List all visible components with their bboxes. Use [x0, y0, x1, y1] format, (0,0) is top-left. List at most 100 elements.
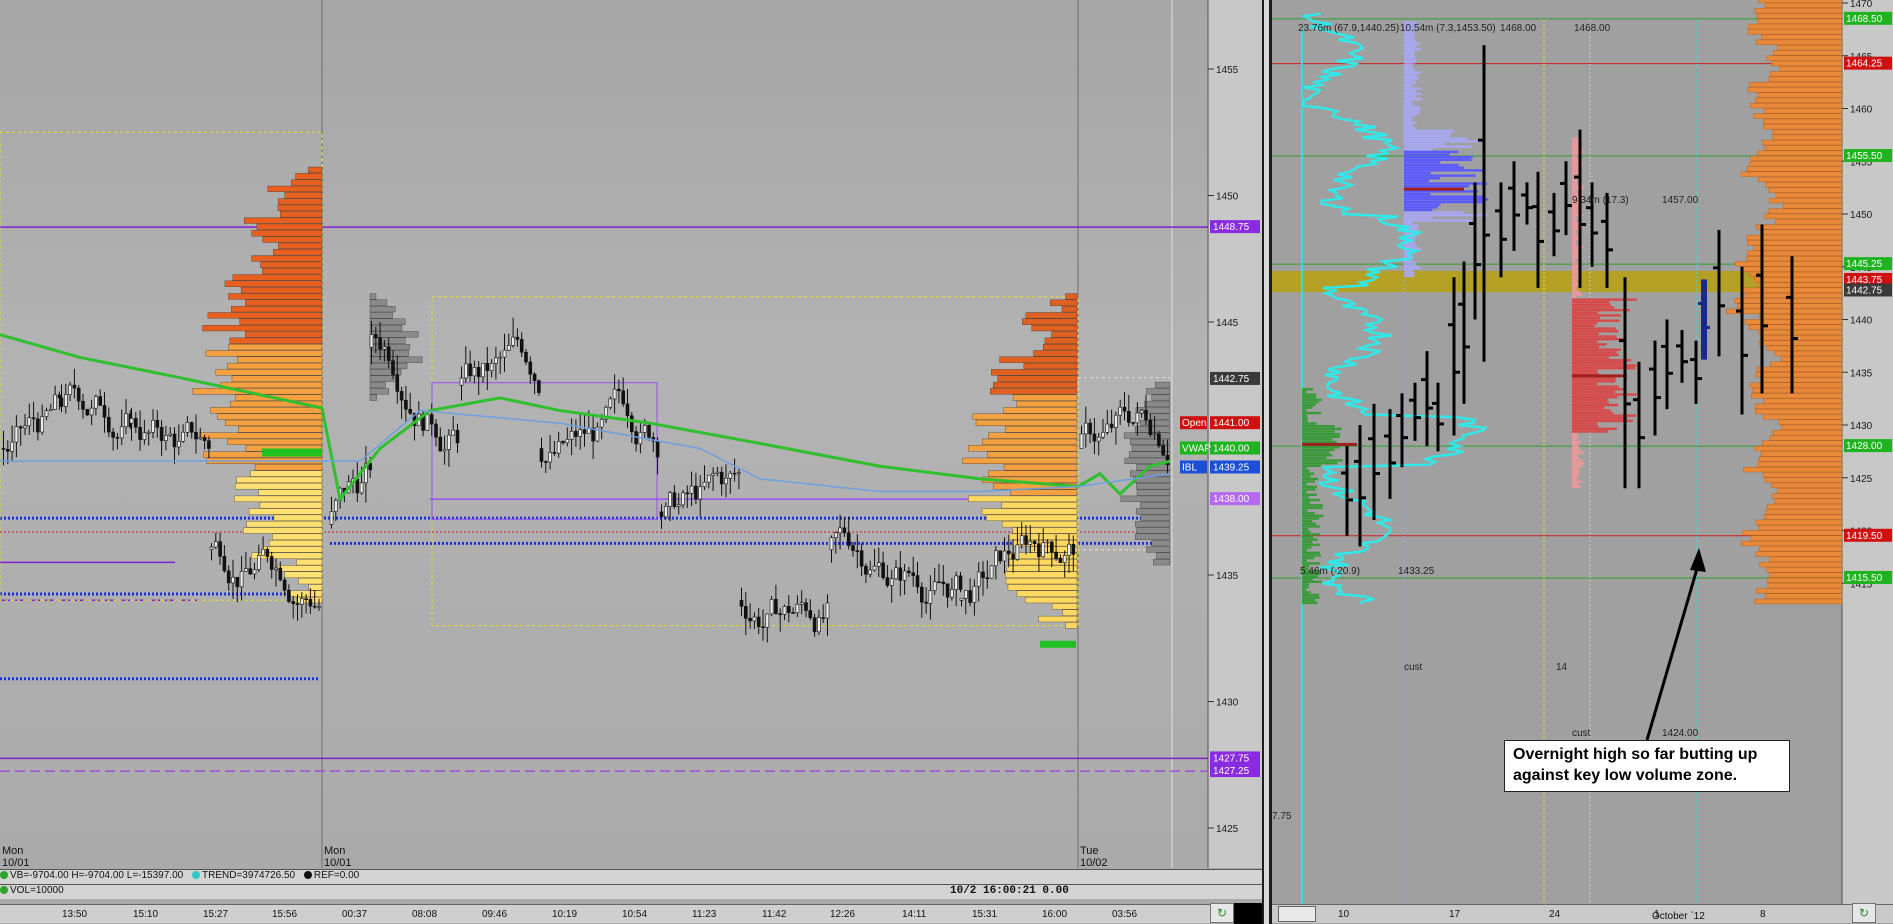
candle-body — [694, 485, 698, 500]
composite-profile-bar — [1737, 303, 1843, 309]
candle-body — [1050, 541, 1054, 553]
left-chart-pane[interactable]: 14551450144514401435143014251448.751442.… — [0, 0, 1262, 924]
scroll-box[interactable] — [1278, 906, 1316, 922]
candle-body — [537, 380, 541, 393]
candle-body — [659, 511, 664, 518]
candle-body — [752, 616, 757, 622]
composite-profile-bar — [1767, 503, 1843, 510]
profile-note: 1468.00 — [1500, 23, 1537, 34]
session-profile-bar — [981, 508, 1078, 515]
composite-profile-bar — [1764, 2, 1843, 9]
price-tick-label: 1430 — [1216, 698, 1239, 709]
candle-body — [235, 576, 240, 588]
blue-profile-bar — [1404, 116, 1413, 119]
candle-body — [391, 360, 395, 375]
candle-body — [1, 448, 6, 450]
candle-body — [57, 394, 62, 399]
composite-profile-bar — [1726, 308, 1843, 314]
red-profile-bar — [1572, 432, 1578, 436]
candle-body — [972, 585, 977, 603]
session-profile-bar — [291, 179, 323, 186]
candle-body — [333, 500, 338, 512]
candle-body — [681, 492, 685, 506]
candle-body — [851, 545, 855, 551]
composite-profile-bar — [1759, 456, 1843, 462]
composite-profile-bar — [1755, 519, 1843, 525]
composite-profile-bar — [1752, 387, 1843, 394]
green-profile-bar — [1302, 512, 1315, 515]
red-profile-bar — [1572, 485, 1581, 489]
red-profile-bar — [1572, 274, 1579, 278]
composite-profile-bar — [1772, 129, 1843, 135]
composite-profile-bar — [1772, 430, 1843, 436]
red-profile-bar — [1572, 150, 1584, 154]
composite-profile-bar — [1755, 97, 1843, 103]
session-profile-bar — [243, 527, 323, 534]
candle-body — [950, 589, 954, 598]
composite-profile-bar — [1734, 298, 1843, 304]
annotation-callout: Overnight high so far butting up against… — [1504, 740, 1790, 792]
candle-body — [748, 617, 752, 622]
session-profile-bar — [262, 236, 323, 243]
red-profile-bar — [1572, 359, 1632, 362]
session-profile-bar — [262, 268, 323, 275]
composite-profile-bar — [1770, 71, 1843, 77]
session-profile-bar — [235, 483, 323, 490]
candle-body — [359, 482, 364, 494]
annotation-arrowhead — [1690, 548, 1706, 572]
time-tick: 15:31 — [972, 909, 998, 920]
blue-profile-bar — [1404, 63, 1413, 67]
candle-body — [1084, 422, 1088, 435]
candle-body — [168, 433, 172, 436]
green-profile-bar — [1302, 527, 1309, 531]
session-profile-bar — [986, 514, 1078, 521]
refresh-icon[interactable]: ↻ — [1210, 903, 1234, 923]
refresh-icon-right[interactable]: ↻ — [1852, 903, 1876, 923]
left-price-chart[interactable]: 14551450144514401435143014251448.751442.… — [0, 0, 1262, 924]
candle-body — [1092, 433, 1097, 442]
price-tick-label: 1430 — [1850, 421, 1873, 432]
overnight-profile-bar — [1144, 400, 1171, 408]
candle-body — [455, 429, 460, 444]
red-profile-bar — [1572, 382, 1598, 386]
blue-profile-bar — [1404, 272, 1415, 275]
candle-body — [838, 527, 842, 534]
candle-body — [1157, 433, 1161, 447]
session-profile-bar — [997, 375, 1078, 382]
price-level-tag-label: 1455.50 — [1846, 151, 1883, 162]
candle-body — [829, 537, 834, 550]
price-level-tag-label: 1419.50 — [1846, 531, 1883, 542]
candle-body — [881, 562, 885, 578]
candle-body — [769, 599, 774, 615]
red-profile-bar — [1572, 306, 1615, 309]
composite-profile-bar — [1763, 118, 1843, 125]
red-profile-bar — [1572, 403, 1619, 407]
right-time-axis[interactable]: 10 17 24 1 October `12 8 — [1272, 904, 1893, 923]
blue-profile-bar — [1404, 153, 1450, 156]
red-profile-bar — [1572, 295, 1577, 299]
candle-body — [476, 367, 481, 378]
composite-profile-bar — [1768, 208, 1843, 214]
price-tick-label: 1470 — [1850, 0, 1873, 10]
candle-body — [451, 429, 456, 436]
candle-body — [859, 550, 864, 567]
date-tick: 17 — [1449, 909, 1461, 920]
blue-profile-bar — [1404, 47, 1422, 51]
candle-body — [791, 612, 795, 614]
candle-body — [1135, 412, 1140, 424]
candle-body — [655, 440, 660, 458]
blue-profile-bar — [1404, 137, 1467, 140]
candle-body — [989, 565, 994, 579]
session-profile-bar — [981, 438, 1078, 445]
red-profile-bar — [1572, 272, 1580, 275]
green-profile-bar — [1302, 440, 1337, 444]
left-time-axis[interactable]: 13:50 15:10 15:27 15:56 00:37 08:08 09:4… — [0, 904, 1262, 923]
red-profile-bar — [1572, 340, 1598, 343]
candle-body — [1105, 423, 1110, 433]
session-profile-bar — [1065, 622, 1078, 629]
candle-body — [842, 527, 847, 534]
candle-body — [404, 399, 408, 410]
blue-profile-bar — [1404, 184, 1469, 188]
candle-body — [1032, 541, 1037, 545]
candle-body — [399, 391, 404, 401]
